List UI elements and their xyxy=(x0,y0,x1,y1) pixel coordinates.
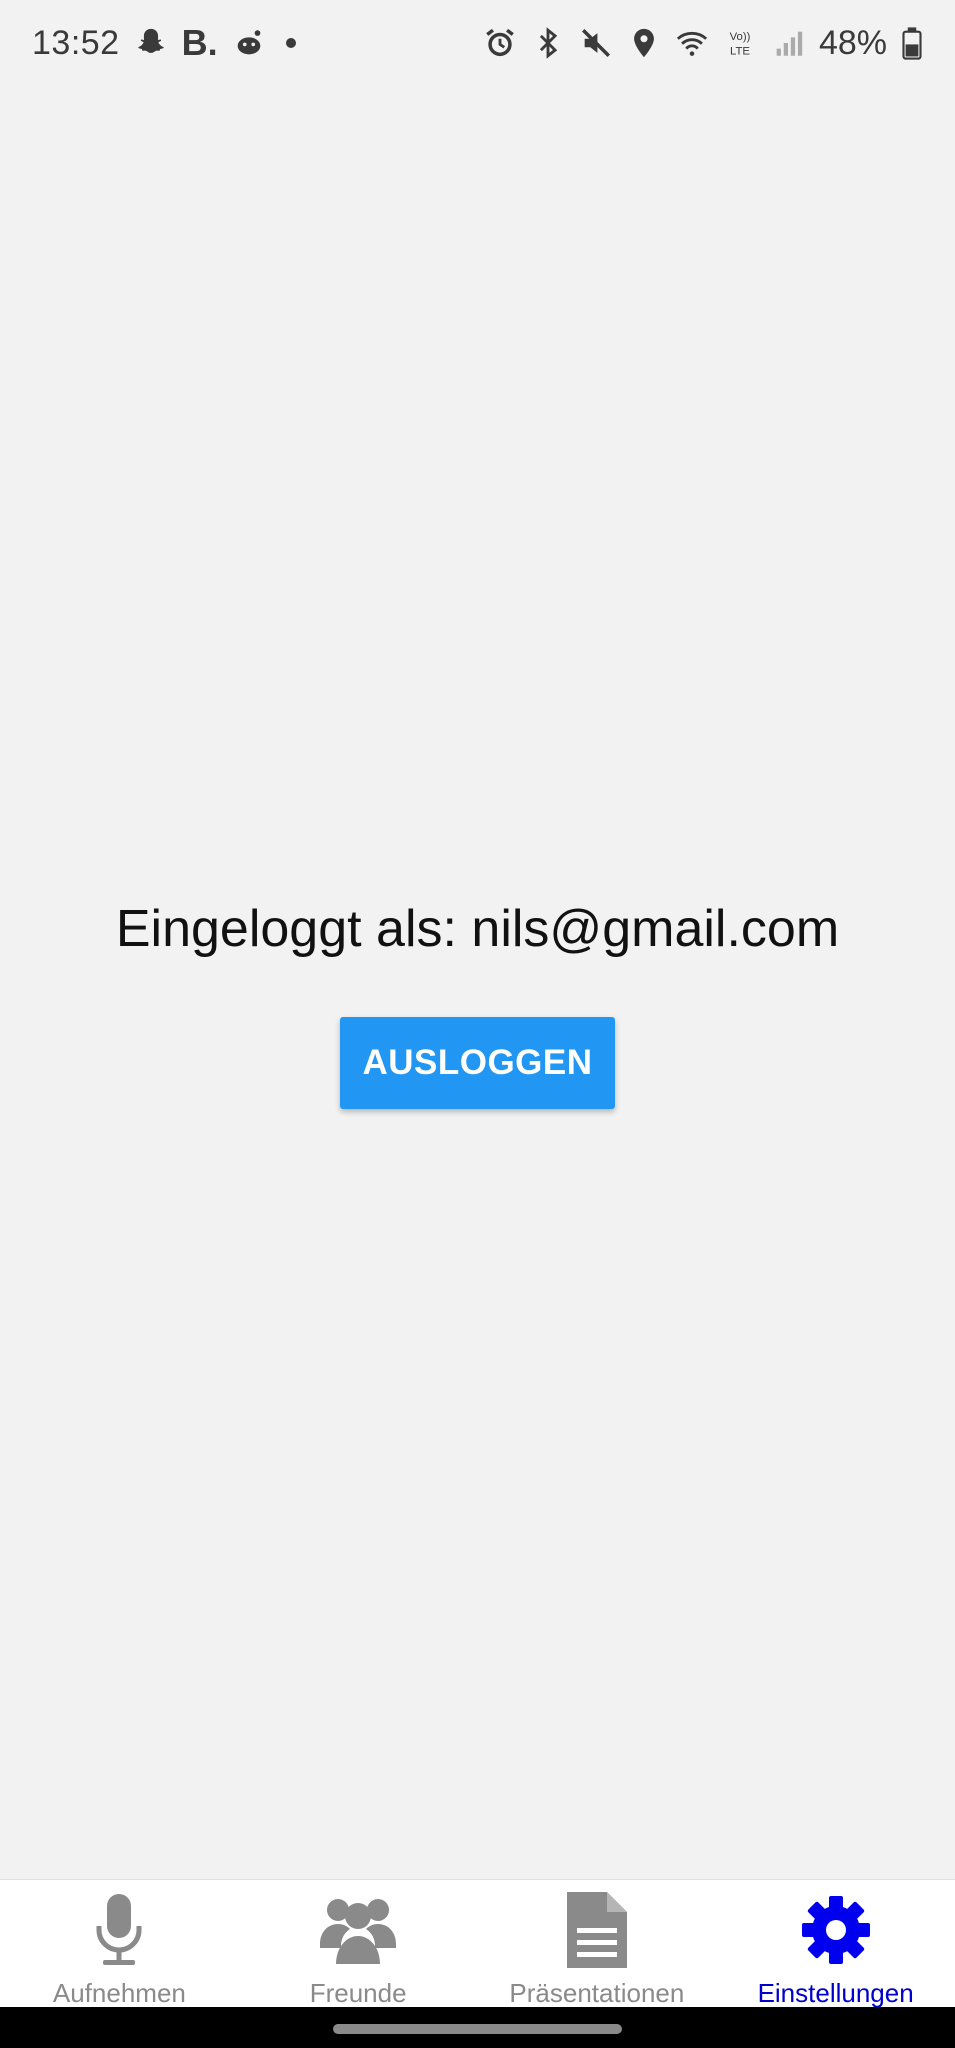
bluetooth-icon xyxy=(531,26,565,60)
system-navigation-bar xyxy=(0,2007,955,2048)
home-indicator[interactable] xyxy=(333,2024,622,2034)
tab-label-praesentationen: Präsentationen xyxy=(509,1978,685,2008)
b-app-icon: B. xyxy=(181,22,218,63)
tab-freunde[interactable]: Freunde xyxy=(239,1880,478,2008)
logged-in-text: Eingeloggt als: nils@gmail.com xyxy=(115,900,840,958)
reddit-icon xyxy=(232,26,266,60)
signal-icon xyxy=(771,26,805,60)
settings-content: Eingeloggt als: nils@gmail.com AUSLOGGEN xyxy=(0,86,955,1880)
tab-label-aufnehmen: Aufnehmen xyxy=(52,1978,186,2008)
tab-label-einstellungen: Einstellungen xyxy=(757,1978,914,2008)
status-left: 13:52 B. xyxy=(32,22,296,64)
battery-icon xyxy=(901,26,923,60)
tab-label-freunde: Freunde xyxy=(309,1978,407,2008)
tab-praesentationen[interactable]: Präsentationen xyxy=(478,1880,717,2008)
document-icon xyxy=(555,1888,639,1972)
people-icon xyxy=(316,1888,400,1972)
status-right: Vo)) LTE 48% xyxy=(483,24,923,63)
tab-aufnehmen[interactable]: Aufnehmen xyxy=(0,1880,239,2008)
wifi-icon xyxy=(675,26,709,60)
status-bar: 13:52 B. Vo)) LTE 48% xyxy=(0,0,955,86)
location-icon xyxy=(627,26,661,60)
tab-einstellungen[interactable]: Einstellungen xyxy=(716,1880,955,2008)
battery-percent: 48% xyxy=(818,23,887,62)
notification-dot-icon xyxy=(285,38,296,48)
svg-text:LTE: LTE xyxy=(730,45,750,57)
snapchat-icon xyxy=(134,26,168,60)
svg-text:Vo)): Vo)) xyxy=(730,31,751,43)
microphone-icon xyxy=(77,1888,161,1972)
bottom-tab-bar: Aufnehmen Freunde Präsentationen Einstel… xyxy=(0,1879,955,2008)
alarm-icon xyxy=(483,26,517,60)
mute-icon xyxy=(579,26,613,60)
status-time: 13:52 xyxy=(32,23,120,62)
gear-icon xyxy=(794,1888,878,1972)
volte-icon: Vo)) LTE xyxy=(723,26,757,60)
logout-button[interactable]: AUSLOGGEN xyxy=(340,1017,615,1109)
